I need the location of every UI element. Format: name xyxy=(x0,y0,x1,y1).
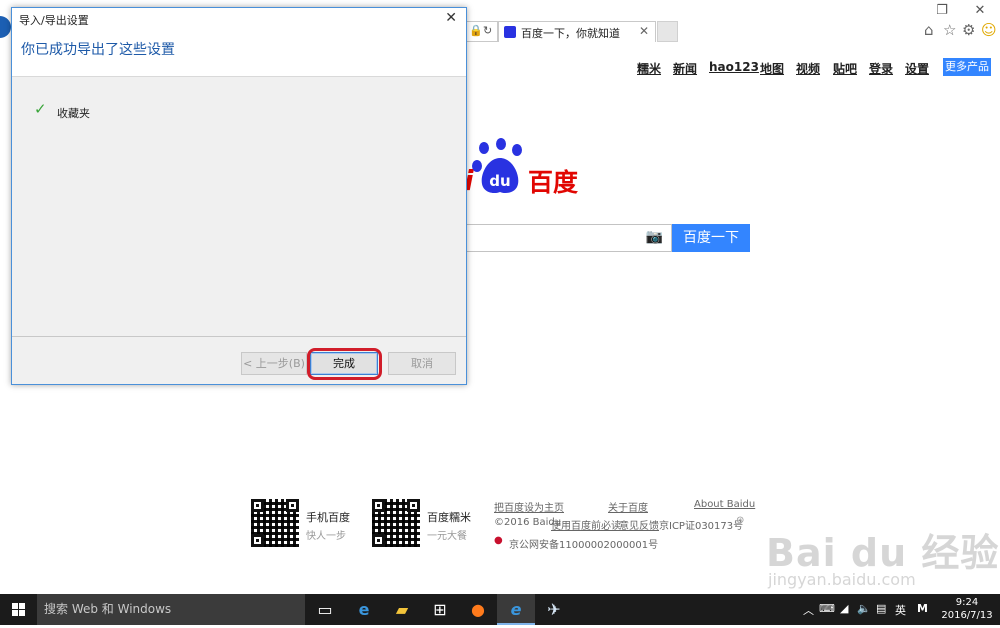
dialog-title: 导入/导出设置 xyxy=(19,14,89,27)
tray-expand-icon[interactable]: ︿ xyxy=(803,602,814,618)
watermark-logo: Bai du 经验 xyxy=(766,531,1000,575)
baidu-logo: i du 百度 xyxy=(462,138,587,198)
icp-badge-icon: ⊛ xyxy=(736,515,745,526)
logo-baidu-cn: 百度 xyxy=(528,168,579,197)
about-baidu-en-link[interactable]: About Baidu xyxy=(694,499,755,510)
back-button[interactable]: < 上一步(B) xyxy=(241,352,307,375)
more-products-button[interactable]: 更多产品 xyxy=(943,58,991,76)
nav-news[interactable]: 新闻 xyxy=(673,60,697,77)
icp-text: 京ICP证030173号 xyxy=(659,521,744,532)
tab-close-icon[interactable]: ✕ xyxy=(639,24,649,38)
taskbar: 搜索 Web 和 Windows ▭ e ▰ ⊞ ● e ✈ ︿ ⌨ ◢ 🔈 ▤… xyxy=(0,594,1000,625)
set-homepage-link[interactable]: 把百度设为主页 xyxy=(494,499,564,514)
about-baidu-link[interactable]: 关于百度 xyxy=(608,499,648,514)
search-button[interactable]: 百度一下 xyxy=(672,224,750,252)
qr-code-baidu-nuomi xyxy=(372,499,420,547)
start-button[interactable] xyxy=(0,594,37,625)
task-view-icon[interactable]: ▭ xyxy=(306,594,344,625)
highlight-ring xyxy=(307,348,382,380)
logo-du-text: du xyxy=(489,172,510,190)
taskbar-search-input[interactable]: 搜索 Web 和 Windows xyxy=(37,594,305,625)
favorites-star-icon[interactable]: ☆ xyxy=(943,21,956,39)
cancel-button[interactable]: 取消 xyxy=(388,352,456,375)
search-input[interactable]: 📷 xyxy=(460,224,672,252)
tray-ime-icon[interactable]: ⌨ xyxy=(819,602,835,615)
tab-baidu[interactable]: 百度一下，你就知道 ✕ xyxy=(498,21,656,42)
nav-map[interactable]: 地图 xyxy=(760,60,784,77)
store-icon[interactable]: ⊞ xyxy=(421,594,459,625)
dialog-close-icon[interactable]: ✕ xyxy=(445,10,457,26)
qr2-sub: 一元大餐 xyxy=(427,531,467,542)
watermark-url: jingyan.baidu.com xyxy=(768,570,916,589)
clock-time: 9:24 xyxy=(955,597,979,608)
must-read-link[interactable]: 使用百度前必读 xyxy=(551,517,621,532)
nav-settings[interactable]: 设置 xyxy=(905,60,929,77)
restore-window-button[interactable]: ❐ xyxy=(930,2,954,20)
nav-login[interactable]: 登录 xyxy=(869,60,893,77)
settings-gear-icon[interactable]: ⚙ xyxy=(962,21,975,39)
checkmark-icon: ✓ xyxy=(34,100,47,118)
qr-code-mobile-baidu xyxy=(251,499,299,547)
nav-tieba[interactable]: 贴吧 xyxy=(833,60,857,77)
exported-item-favorites: 收藏夹 xyxy=(57,107,90,120)
file-explorer-icon[interactable]: ▰ xyxy=(383,594,421,625)
police-badge-icon: ● xyxy=(494,535,503,546)
close-window-button[interactable]: ✕ xyxy=(968,2,992,20)
qr2-title: 百度糯米 xyxy=(427,511,471,524)
edge-browser-icon[interactable]: e xyxy=(345,594,383,625)
internet-explorer-icon[interactable]: e xyxy=(497,594,535,625)
dialog-titlebar: 导入/导出设置 ✕ xyxy=(12,8,466,30)
home-icon[interactable]: ⌂ xyxy=(924,21,934,39)
dialog-heading: 你已成功导出了这些设置 xyxy=(21,42,175,58)
clock[interactable]: 9:24 2016/7/13 xyxy=(941,596,993,622)
import-export-dialog: 导入/导出设置 ✕ 你已成功导出了这些设置 ✓ 收藏夹 < 上一步(B) 完成 … xyxy=(11,7,467,385)
camera-icon[interactable]: 📷 xyxy=(646,229,663,245)
nav-nuomi[interactable]: 糯米 xyxy=(637,60,661,77)
feedback-smiley-icon[interactable]: ☺ xyxy=(981,21,997,39)
clock-date: 2016/7/13 xyxy=(941,610,993,621)
notification-icon[interactable]: ▤ xyxy=(876,602,886,615)
ime-mode-indicator[interactable]: M xyxy=(917,602,928,615)
volume-icon[interactable]: 🔈 xyxy=(857,602,871,615)
dialog-body: ✓ 收藏夹 xyxy=(12,78,466,337)
windows-logo-icon xyxy=(12,603,25,616)
new-tab-button[interactable] xyxy=(657,21,678,42)
language-indicator[interactable]: 英 xyxy=(895,602,906,618)
nav-hao123[interactable]: hao123 xyxy=(709,60,759,74)
firefox-icon[interactable]: ● xyxy=(459,594,497,625)
app-icon[interactable]: ✈ xyxy=(535,594,573,625)
qr1-title: 手机百度 xyxy=(306,511,350,524)
address-bar[interactable]: 🔒 ↻ xyxy=(462,21,498,42)
baidu-favicon-icon xyxy=(504,26,516,38)
network-icon[interactable]: ◢ xyxy=(840,602,848,615)
feedback-link[interactable]: 意见反馈 xyxy=(619,517,659,532)
police-record-text: 京公网安备11000002000001号 xyxy=(509,540,659,551)
lock-icon: 🔒 xyxy=(469,24,483,37)
qr1-sub: 快人一步 xyxy=(306,531,346,542)
dialog-header: 你已成功导出了这些设置 xyxy=(12,30,466,77)
paw-icon: du xyxy=(472,138,522,194)
tab-title: 百度一下，你就知道 xyxy=(521,27,620,40)
nav-video[interactable]: 视频 xyxy=(796,60,820,77)
refresh-icon[interactable]: ↻ xyxy=(483,24,492,37)
